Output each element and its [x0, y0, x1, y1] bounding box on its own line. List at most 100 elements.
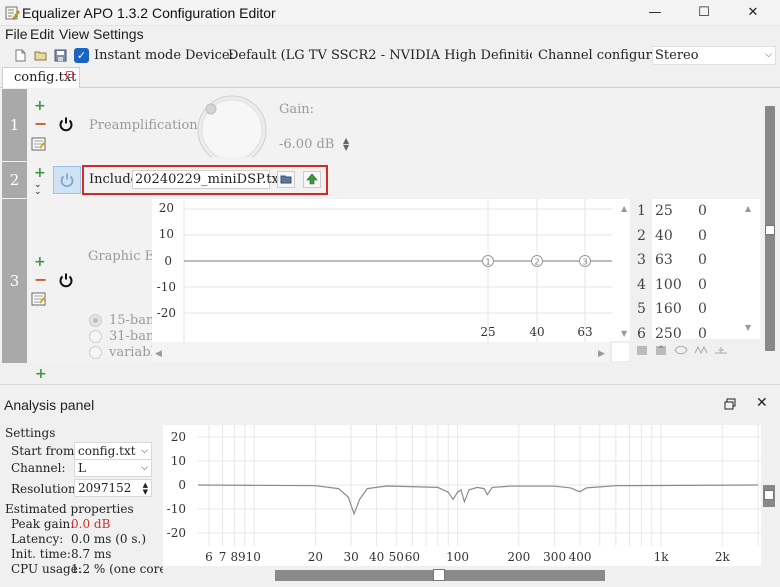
add-filter-above-icon[interactable]: +: [34, 166, 46, 180]
edit-icon[interactable]: [31, 137, 46, 151]
table-cell-frequency[interactable]: 40: [655, 228, 673, 244]
collapse-chevron-icon[interactable]: ⌄ ⌄: [34, 181, 42, 197]
title-bar[interactable]: Equalizer APO 1.3.2 Configuration Editor…: [0, 0, 780, 26]
maximize-button[interactable]: ☐: [681, 0, 727, 26]
close-button[interactable]: ✕: [730, 0, 776, 26]
preamp-knob[interactable]: [192, 95, 272, 157]
chart-x-tick-label: 300: [543, 550, 566, 564]
geq-node-3[interactable]: 3: [579, 255, 591, 267]
geq-scroll-right-icon[interactable]: ▶: [598, 349, 605, 359]
start-from-value: config.txt: [78, 444, 136, 458]
start-from-label: Start from:: [11, 444, 79, 458]
geq-node-label: 2: [534, 258, 539, 267]
add-filter-above-icon[interactable]: +: [34, 99, 46, 113]
geq-node-2[interactable]: 2: [531, 255, 543, 267]
invert-icon[interactable]: [674, 344, 688, 356]
chart-x-tick-label: 6: [205, 550, 213, 564]
frequency-response-chart[interactable]: 20100-10-20 6 7 8 910 20 30 40 50 60 100 200 300 400…: [163, 425, 761, 566]
device-select[interactable]: Default (LG TV SSCR2 - NVIDIA High Defin…: [225, 46, 533, 65]
table-row-index: 3: [637, 252, 646, 268]
gain-label: Gain:: [279, 102, 315, 117]
menu-file[interactable]: File: [5, 26, 28, 42]
tab-close-icon[interactable]: [66, 71, 73, 78]
geq-scroll-up-icon[interactable]: ▲: [621, 204, 628, 213]
undock-icon[interactable]: [724, 398, 736, 410]
chart-scroll-grip[interactable]: [764, 490, 774, 500]
edit-icon[interactable]: [31, 292, 46, 306]
gain-value[interactable]: -6.00 dB: [279, 137, 334, 152]
remove-filter-icon[interactable]: −: [34, 116, 47, 132]
table-cell-frequency[interactable]: 100: [655, 277, 682, 293]
table-scroll-down-icon[interactable]: ▼: [745, 323, 751, 332]
init-time-value: 8.7 ms: [71, 547, 112, 561]
window-title: Equalizer APO 1.3.2 Configuration Editor: [22, 5, 276, 21]
close-panel-icon[interactable]: ✕: [756, 395, 768, 411]
row-number-2: 2: [2, 162, 27, 198]
table-cell-frequency[interactable]: 160: [655, 301, 682, 317]
table-cell-gain[interactable]: 0: [698, 301, 707, 317]
geq-scroll-left-icon[interactable]: ◀: [155, 349, 162, 359]
import-icon[interactable]: [636, 344, 648, 356]
open-file-icon[interactable]: [34, 49, 47, 62]
table-cell-frequency[interactable]: 25: [655, 203, 673, 219]
table-row-index: 2: [637, 227, 646, 244]
peak-gain-label: Peak gain:: [11, 517, 75, 531]
gain-spinner[interactable]: ▲ ▼: [343, 137, 349, 152]
power-icon[interactable]: [58, 116, 74, 132]
chart-h-scroll-grip[interactable]: [433, 569, 445, 581]
menu-settings[interactable]: Settings: [93, 26, 144, 42]
geq-y-tick: 10: [159, 227, 174, 241]
reset-icon[interactable]: [714, 344, 728, 356]
geq-table[interactable]: 1 25 0 2 40 0 3 63 0 4 100 0 5 160 0 6 250 0 ▲ ▼: [630, 199, 760, 342]
minimize-button[interactable]: —: [632, 0, 678, 26]
menu-view[interactable]: View: [59, 26, 89, 42]
chart-y-tick-label: 20: [171, 430, 186, 444]
channel-value: L: [78, 461, 86, 475]
table-scroll-up-icon[interactable]: ▲: [745, 204, 751, 213]
chart-vertical-scrollbar[interactable]: [761, 425, 778, 566]
geq-x-tick: 63: [577, 325, 592, 339]
start-from-select[interactable]: config.txt ⌵: [74, 442, 152, 460]
new-file-icon[interactable]: [14, 49, 27, 62]
chart-y-tick-label: 0: [178, 478, 186, 492]
open-include-icon[interactable]: [303, 171, 321, 188]
power-toggle-button[interactable]: [53, 166, 81, 194]
geq-node-1[interactable]: 1: [482, 255, 494, 267]
graphic-eq-plot[interactable]: 20 10 0 -10 -20 25 40 63 1 2 3 ▲ ▼ ◀ ▶: [152, 199, 630, 362]
chart-y-tick-label: -10: [167, 502, 186, 516]
table-cell-gain[interactable]: 0: [698, 203, 707, 219]
include-file-input[interactable]: 20240229_miniDSP.txt: [132, 170, 284, 189]
resolution-spinbox[interactable]: 2097152 ▲ ▼: [74, 479, 152, 497]
save-file-icon[interactable]: [54, 49, 67, 62]
export-icon[interactable]: [655, 344, 667, 356]
channel-config-select[interactable]: Stereo ⌵: [652, 46, 776, 65]
remove-filter-icon[interactable]: −: [34, 272, 47, 288]
normalize-icon[interactable]: [694, 344, 708, 356]
editor-scroll-grip[interactable]: [765, 225, 775, 235]
geq-x-tick: 25: [480, 325, 495, 339]
instant-mode-checkbox[interactable]: ✓: [74, 48, 89, 63]
menu-edit[interactable]: Edit: [30, 26, 54, 42]
power-icon[interactable]: [58, 272, 74, 288]
toolbar: ✓ Instant mode Device: Default (LG TV SS…: [0, 46, 780, 66]
chart-x-tick-label: 20: [308, 550, 323, 564]
spinner-icon: ▲ ▼: [142, 481, 148, 496]
add-filter-above-icon[interactable]: +: [34, 255, 46, 269]
table-row-index: 1: [637, 203, 646, 219]
geq-y-tick: -10: [157, 280, 176, 294]
browse-folder-icon[interactable]: [277, 171, 295, 188]
resolution-label: Resolution:: [11, 482, 80, 496]
table-row-index: 5: [637, 301, 646, 317]
table-cell-gain[interactable]: 0: [698, 228, 707, 244]
tab-bar: config.txt: [0, 66, 780, 88]
table-cell-frequency[interactable]: 63: [655, 252, 673, 268]
table-cell-gain[interactable]: 0: [698, 277, 707, 293]
table-cell-gain[interactable]: 0: [698, 252, 707, 268]
add-filter-below-icon[interactable]: +: [35, 367, 47, 381]
chevron-down-icon: ⌵: [141, 463, 148, 473]
channel-select[interactable]: L ⌵: [74, 459, 152, 477]
channel-label: Channel:: [11, 461, 66, 475]
geq-scroll-down-icon[interactable]: ▼: [621, 329, 628, 338]
settings-label: Settings: [5, 426, 56, 440]
chart-x-tick-label: 400: [569, 550, 592, 564]
